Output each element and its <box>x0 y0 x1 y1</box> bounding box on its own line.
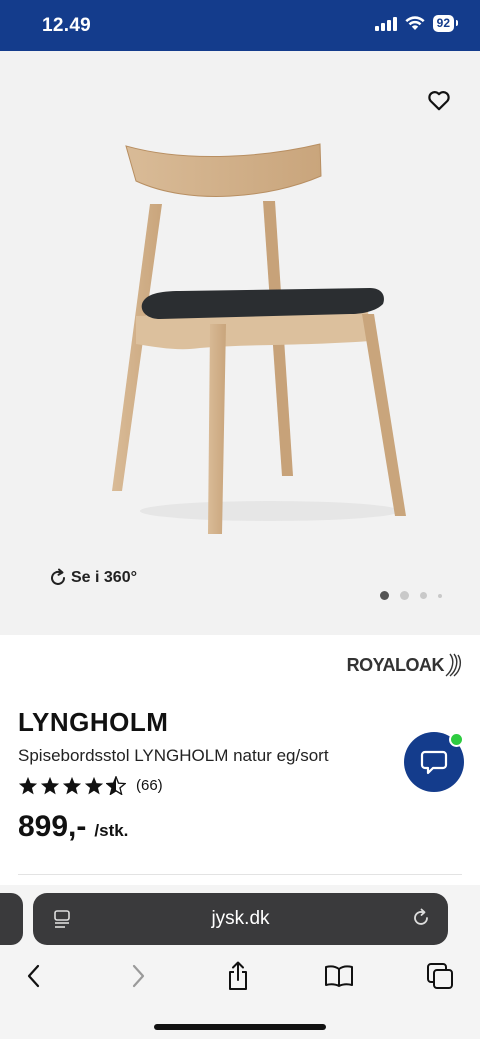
back-button[interactable] <box>19 961 49 991</box>
status-bar: 12.49 92 <box>0 0 480 51</box>
product-title: LYNGHOLM <box>18 707 169 737</box>
product-info: ROYALOAK LYNGHOLM Spisebordsstol LYNGHOL… <box>0 635 480 885</box>
carousel-indicator <box>380 591 442 600</box>
rotate-360-icon <box>51 568 65 585</box>
chair-product-image <box>112 143 406 534</box>
heart-icon[interactable] <box>426 87 452 113</box>
star-icon <box>84 776 104 795</box>
tabs-button[interactable] <box>425 961 455 991</box>
product-price: 899,- /stk. <box>18 810 128 844</box>
star-icon <box>18 776 38 795</box>
price-unit: /stk. <box>94 821 129 840</box>
product-description: Spisebordsstol LYNGHOLM natur eg/sort <box>18 746 329 765</box>
brand-swoosh-icon <box>445 653 462 677</box>
back-icon <box>27 964 40 988</box>
product-image-carousel[interactable]: Se i 360° <box>0 51 480 635</box>
bookmarks-icon <box>325 965 353 987</box>
signal-icon <box>374 16 397 31</box>
brand-name: ROYALOAK <box>346 654 445 675</box>
status-icons: 92 <box>374 15 459 32</box>
rating-count: (66) <box>136 777 163 794</box>
previous-tab-preview[interactable] <box>0 893 23 945</box>
share-icon <box>229 961 247 990</box>
bookmarks-button[interactable] <box>324 961 354 991</box>
carousel-dot[interactable] <box>438 593 442 598</box>
address-bar[interactable]: jysk.dk <box>33 893 448 945</box>
view-360-button[interactable]: Se i 360° <box>48 568 137 588</box>
star-half-icon <box>106 776 126 795</box>
divider <box>18 874 462 875</box>
home-indicator <box>154 1024 326 1030</box>
carousel-dot[interactable] <box>420 592 427 599</box>
carousel-dot[interactable] <box>380 591 389 600</box>
status-time: 12.49 <box>42 15 92 36</box>
battery-indicator: 92 <box>432 15 459 32</box>
url-text: jysk.dk <box>211 908 270 929</box>
price-value: 899,- <box>18 810 87 843</box>
star-icon <box>40 776 60 795</box>
browser-chrome: jysk.dk <box>0 885 480 1039</box>
forward-icon <box>132 964 145 988</box>
carousel-dot[interactable] <box>400 591 409 600</box>
online-status-dot <box>449 732 464 747</box>
reload-icon[interactable] <box>410 907 432 929</box>
chat-button[interactable] <box>404 732 464 792</box>
share-button[interactable] <box>223 961 253 991</box>
brand-logo[interactable]: ROYALOAK <box>347 652 462 678</box>
chat-icon <box>420 750 448 775</box>
forward-button[interactable] <box>123 961 153 991</box>
wifi-icon <box>405 16 425 30</box>
product-rating[interactable]: (66) <box>18 776 163 795</box>
star-icon <box>62 776 82 795</box>
view-360-label: Se i 360° <box>71 569 137 586</box>
browser-toolbar <box>0 957 480 997</box>
tabs-icon <box>427 963 453 989</box>
